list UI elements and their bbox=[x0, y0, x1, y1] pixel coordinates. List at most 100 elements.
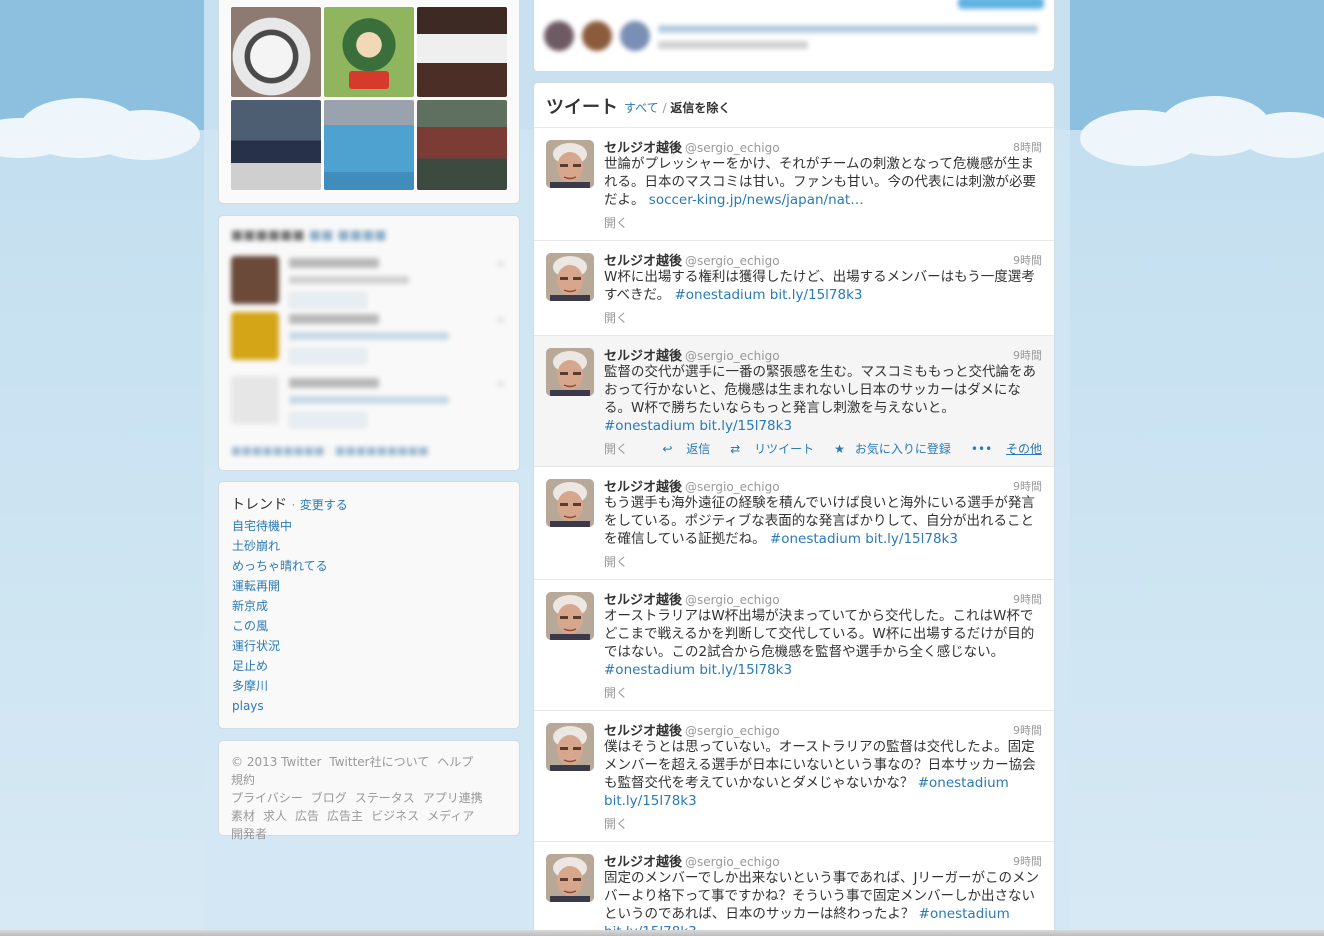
who-to-follow-footer-links[interactable]: ■■■■■■■■■ · ■■■■■■■■■ bbox=[231, 444, 429, 457]
tweet-author-name[interactable]: セルジオ越後 bbox=[604, 254, 682, 269]
trend-item[interactable]: 新京成 bbox=[232, 598, 328, 618]
trend-item[interactable]: 自宅待機中 bbox=[232, 518, 328, 538]
close-icon[interactable]: ✕ bbox=[496, 378, 505, 391]
avatar[interactable] bbox=[546, 479, 594, 527]
photo-thumbnail[interactable] bbox=[231, 100, 321, 190]
tweet-author-name[interactable]: セルジオ越後 bbox=[604, 480, 682, 495]
tweet-author-handle[interactable]: @sergio_echigo bbox=[685, 480, 780, 494]
footer-link[interactable]: ビジネス bbox=[371, 809, 419, 823]
tweet-timestamp[interactable]: 9時間 bbox=[1013, 722, 1042, 738]
suggested-user-row[interactable]: ✕ bbox=[231, 312, 509, 370]
suggested-user-row[interactable]: ✕ bbox=[231, 376, 509, 434]
tweet-author-name[interactable]: セルジオ越後 bbox=[604, 349, 682, 364]
photo-thumbnail[interactable] bbox=[417, 7, 507, 97]
tweet-expand-link[interactable]: 開く bbox=[604, 815, 628, 832]
photo-thumbnail[interactable] bbox=[417, 100, 507, 190]
trend-item[interactable]: この風 bbox=[232, 618, 328, 638]
trend-item[interactable]: 運転再開 bbox=[232, 578, 328, 598]
footer-link[interactable]: ヘルプ bbox=[437, 755, 473, 769]
tweet[interactable]: セルジオ越後 @sergio_echigo 9時間 固定のメンバーでしか出来ないという… bbox=[534, 842, 1054, 936]
tweet[interactable]: セルジオ越後 @sergio_echigo 9時間 W杯に出場する権利は獲得したけど、… bbox=[534, 241, 1054, 336]
follow-button[interactable] bbox=[289, 292, 367, 308]
tweet[interactable]: セルジオ越後 @sergio_echigo 9時間 オーストラリアはW杯出場が決まって… bbox=[534, 580, 1054, 711]
footer-link[interactable]: ステータス bbox=[355, 791, 415, 805]
tweet-expand-link[interactable]: 開く bbox=[604, 440, 628, 457]
footer-link[interactable]: 求人 bbox=[263, 809, 287, 823]
tweet-author-name[interactable]: セルジオ越後 bbox=[604, 724, 682, 739]
footer-link[interactable]: プライバシー bbox=[231, 791, 303, 805]
footer-link[interactable]: アプリ連携 bbox=[423, 791, 483, 805]
tweet-timestamp[interactable]: 9時間 bbox=[1013, 347, 1042, 363]
photo-thumbnail[interactable] bbox=[231, 7, 321, 97]
tweet-header: セルジオ越後 @sergio_echigo 9時間 bbox=[604, 250, 1042, 269]
footer-link[interactable]: 広告 bbox=[295, 809, 319, 823]
footer-link[interactable]: ブログ bbox=[311, 791, 347, 805]
suggested-user-row[interactable]: ✕ bbox=[231, 256, 509, 314]
tweet-author-handle[interactable]: @sergio_echigo bbox=[685, 724, 780, 738]
tweet-author-handle[interactable]: @sergio_echigo bbox=[685, 855, 780, 869]
tweet-link[interactable]: #onestadium bit.ly/15l78k3 bbox=[604, 418, 792, 434]
avatar[interactable] bbox=[546, 854, 594, 902]
retweet-action[interactable]: ⇄ リツイート bbox=[720, 442, 814, 456]
tweet-author-name[interactable]: セルジオ越後 bbox=[604, 141, 682, 156]
footer-link[interactable]: 規約 bbox=[231, 773, 255, 787]
avatar[interactable] bbox=[546, 592, 594, 640]
footer-link[interactable]: Twitter社について bbox=[329, 755, 429, 769]
tweet-author-handle[interactable]: @sergio_echigo bbox=[685, 254, 780, 268]
avatar[interactable] bbox=[546, 140, 594, 188]
close-icon[interactable]: ✕ bbox=[496, 314, 505, 327]
tweet-timestamp[interactable]: 9時間 bbox=[1013, 591, 1042, 607]
tweet-author-handle[interactable]: @sergio_echigo bbox=[685, 593, 780, 607]
tweet-timestamp[interactable]: 9時間 bbox=[1013, 853, 1042, 869]
follow-button[interactable] bbox=[289, 348, 367, 364]
tweet-link[interactable]: soccer-king.jp/news/japan/nat… bbox=[649, 192, 864, 208]
avatar[interactable] bbox=[546, 253, 594, 301]
trends-separator: · bbox=[291, 498, 296, 512]
footer-link[interactable]: 広告主 bbox=[327, 809, 363, 823]
trend-item[interactable]: 多摩川 bbox=[232, 678, 328, 698]
tweet-author-name[interactable]: セルジオ越後 bbox=[604, 855, 682, 870]
tweet-author-name[interactable]: セルジオ越後 bbox=[604, 593, 682, 608]
trend-item[interactable]: 運行状況 bbox=[232, 638, 328, 658]
filter-no-replies[interactable]: 返信を除く bbox=[670, 101, 730, 115]
avatar[interactable] bbox=[546, 723, 594, 771]
tweet[interactable]: セルジオ越後 @sergio_echigo 9時間 監督の交代が選手に一番の緊張感を生… bbox=[534, 336, 1054, 467]
footer-link[interactable]: 素材 bbox=[231, 809, 255, 823]
filter-all-link[interactable]: すべて bbox=[624, 101, 659, 115]
tweet[interactable]: セルジオ越後 @sergio_echigo 9時間 僕はそうとは思っていない。オースト… bbox=[534, 711, 1054, 842]
follow-button[interactable] bbox=[289, 412, 367, 428]
suggested-user-name bbox=[289, 314, 379, 324]
photo-thumbnail[interactable] bbox=[324, 7, 414, 97]
tweet-expand-link[interactable]: 開く bbox=[604, 214, 628, 231]
tweet[interactable]: セルジオ越後 @sergio_echigo 9時間 もう選手も海外遠征の経験を積んでい… bbox=[534, 467, 1054, 580]
favorite-action[interactable]: ★ お気に入りに登録 bbox=[824, 442, 951, 456]
avatar[interactable] bbox=[546, 348, 594, 396]
tweet-author-handle[interactable]: @sergio_echigo bbox=[685, 349, 780, 363]
tweet-expand-link[interactable]: 開く bbox=[604, 309, 628, 326]
trend-item[interactable]: めっちゃ晴れてる bbox=[232, 558, 328, 578]
tweet-text: もう選手も海外遠征の経験を積んでいけば良いと海外にいる選手が発言をしている。ポジ… bbox=[604, 494, 1044, 548]
trend-item[interactable]: 足止め bbox=[232, 658, 328, 678]
photo-thumbnail[interactable] bbox=[324, 100, 414, 190]
tweet-link[interactable]: #onestadium bit.ly/15l78k3 bbox=[674, 287, 862, 303]
trend-item[interactable]: 土砂崩れ bbox=[232, 538, 328, 558]
tweet-author-handle[interactable]: @sergio_echigo bbox=[685, 141, 780, 155]
tweet-timestamp[interactable]: 8時間 bbox=[1013, 139, 1042, 155]
follow-button[interactable] bbox=[958, 0, 1044, 9]
tweet-timestamp[interactable]: 9時間 bbox=[1013, 478, 1042, 494]
tweet[interactable]: セルジオ越後 @sergio_echigo 8時間 世論がプレッシャーをかけ、それがチ… bbox=[534, 128, 1054, 241]
close-icon[interactable]: ✕ bbox=[496, 258, 505, 271]
tweet-timestamp[interactable]: 9時間 bbox=[1013, 252, 1042, 268]
tweet-link[interactable]: #onestadium bit.ly/15l78k3 bbox=[604, 662, 792, 678]
trends-change-link[interactable]: 変更する bbox=[300, 498, 348, 512]
tweet-expand-link[interactable]: 開く bbox=[604, 553, 628, 570]
more-action[interactable]: ••• その他 bbox=[961, 442, 1042, 456]
trend-item[interactable]: plays bbox=[232, 698, 328, 718]
reply-icon: ↩ bbox=[662, 442, 673, 456]
footer-link[interactable]: 開発者 bbox=[231, 827, 267, 841]
footer-link[interactable]: メディア bbox=[427, 809, 474, 823]
tweet-link[interactable]: #onestadium bit.ly/15l78k3 bbox=[770, 531, 958, 547]
avatar bbox=[620, 21, 650, 51]
reply-action[interactable]: ↩ 返信 bbox=[652, 442, 710, 456]
tweet-expand-link[interactable]: 開く bbox=[604, 684, 628, 701]
